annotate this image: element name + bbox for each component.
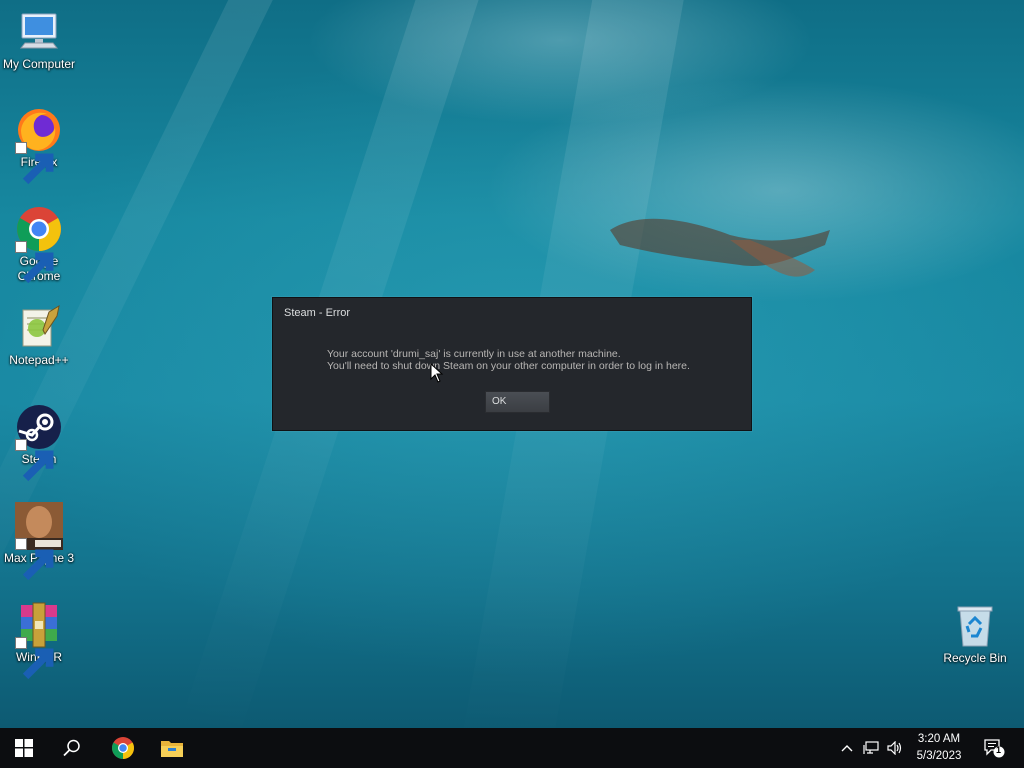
steam-icon — [15, 403, 63, 482]
desktop-icon-max-payne-3[interactable]: Max Payne 3 — [0, 502, 78, 581]
desktop-icon-winrar[interactable]: WinRAR — [0, 601, 78, 680]
show-hidden-icons-button[interactable] — [837, 728, 857, 768]
ok-button[interactable]: OK — [485, 391, 550, 413]
desktop-icon-label: Recycle Bin — [943, 651, 1007, 665]
steam-error-dialog: Steam - Error Your account 'drumi_saj' i… — [272, 297, 752, 431]
dialog-message: Your account 'drumi_saj' is currently in… — [327, 348, 690, 372]
chevron-up-icon — [841, 745, 853, 752]
recycle-bin-icon — [951, 602, 999, 650]
shortcut-arrow-icon — [15, 142, 54, 185]
dialog-message-line-1: Your account 'drumi_saj' is currently in… — [327, 348, 621, 360]
desktop-icon-label: Notepad++ — [9, 353, 69, 367]
winrar-icon — [15, 601, 63, 680]
desktop-icon-steam[interactable]: Steam — [0, 403, 78, 482]
dialog-title: Steam - Error — [284, 307, 351, 319]
shortcut-arrow-icon — [15, 538, 54, 581]
volume-button[interactable] — [884, 728, 906, 768]
file-explorer-icon — [161, 741, 183, 757]
swimmer-silhouette — [610, 218, 830, 277]
network-icon — [863, 741, 879, 754]
notepadpp-icon — [15, 304, 63, 352]
taskbar-chrome-button[interactable] — [99, 728, 147, 768]
clock-date: 5/3/2023 — [916, 750, 962, 762]
start-button[interactable] — [0, 728, 48, 768]
firefox-icon — [15, 106, 63, 185]
clock-time: 3:20 AM — [917, 733, 961, 745]
notification-count-badge: 1 — [995, 745, 1001, 755]
volume-icon — [887, 741, 902, 755]
network-button[interactable] — [860, 728, 882, 768]
clock[interactable]: 3:20 AM 5/3/2023 — [905, 731, 973, 765]
desktop[interactable]: My Computer Firefox Google Chrome Notepa… — [0, 0, 1024, 728]
chrome-icon — [112, 737, 134, 759]
start-icon — [15, 739, 33, 757]
desktop-icon-google-chrome[interactable]: Google Chrome — [0, 205, 78, 284]
notification-center-button[interactable]: 1 — [980, 728, 1008, 768]
mouse-cursor-icon — [430, 363, 444, 383]
desktop-icon-firefox[interactable]: Firefox — [0, 106, 78, 185]
desktop-icon-my-computer[interactable]: My Computer — [0, 8, 78, 72]
max-payne-3-icon — [15, 502, 63, 581]
shortcut-arrow-icon — [15, 241, 54, 284]
taskbar-file-explorer-button[interactable] — [148, 728, 196, 768]
shortcut-arrow-icon — [15, 439, 54, 482]
dialog-message-line-2: You'll need to shut down Steam on your o… — [327, 360, 690, 372]
shortcut-arrow-icon — [15, 637, 54, 680]
desktop-icon-label: My Computer — [2, 57, 76, 71]
search-icon — [63, 739, 80, 757]
chrome-icon — [15, 205, 63, 284]
taskbar: 3:20 AM 5/3/2023 1 — [0, 728, 1024, 768]
my-computer-icon — [15, 8, 63, 56]
desktop-icon-recycle-bin[interactable]: Recycle Bin — [936, 602, 1014, 666]
desktop-icon-notepadpp[interactable]: Notepad++ — [0, 304, 78, 368]
search-button[interactable] — [48, 728, 96, 768]
